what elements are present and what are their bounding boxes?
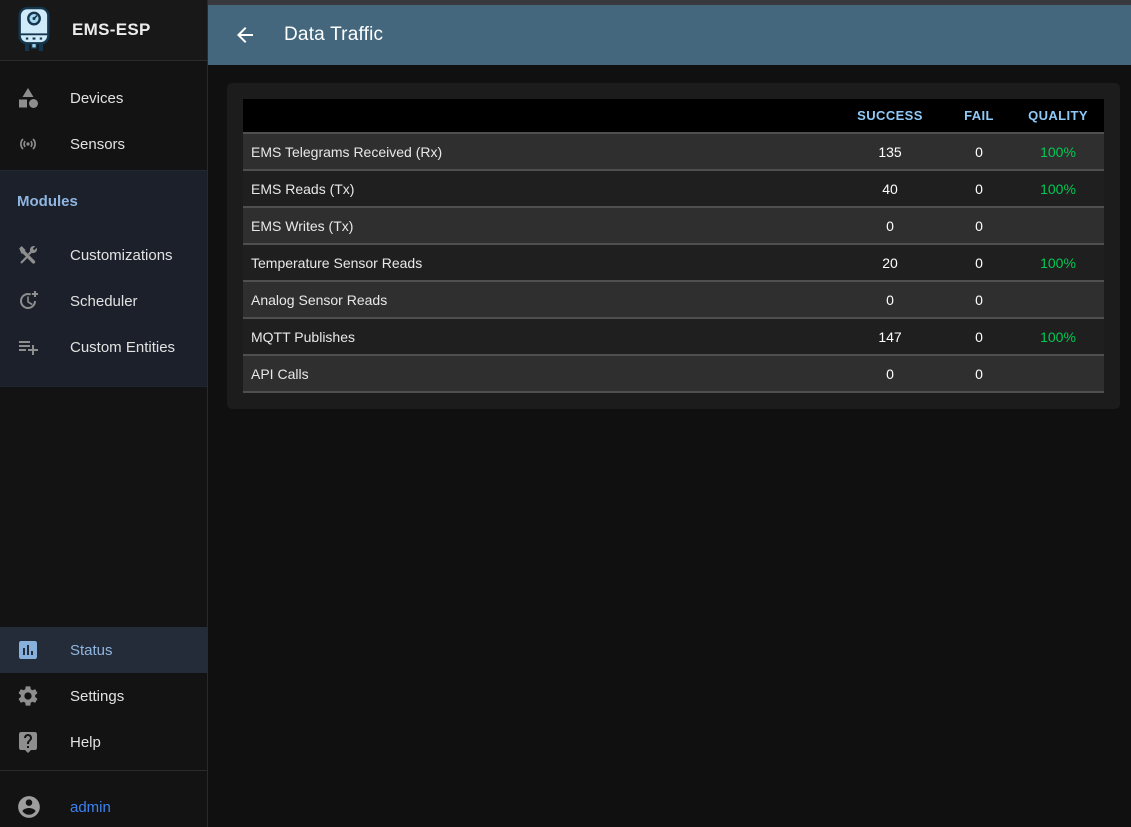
quality-value bbox=[1012, 281, 1104, 318]
column-header-success: SUCCESS bbox=[834, 99, 946, 133]
row-label: MQTT Publishes bbox=[243, 318, 834, 355]
sensors-icon bbox=[16, 132, 40, 156]
row-label: Analog Sensor Reads bbox=[243, 281, 834, 318]
sidebar-spacer bbox=[0, 387, 207, 627]
table-row: EMS Writes (Tx) 0 0 bbox=[243, 207, 1104, 244]
sidebar-header: EMS-ESP bbox=[0, 0, 207, 61]
sidebar-item-scheduler[interactable]: Scheduler bbox=[0, 278, 207, 324]
data-traffic-card: SUCCESS FAIL QUALITY EMS Telegrams Recei… bbox=[227, 83, 1120, 409]
main-area: Data Traffic SUCCESS FAIL QUALITY bbox=[208, 0, 1131, 827]
success-value: 0 bbox=[834, 207, 946, 244]
column-header-quality: QUALITY bbox=[1012, 99, 1104, 133]
table-row: API Calls 0 0 bbox=[243, 355, 1104, 392]
account-circle-icon bbox=[16, 794, 42, 820]
modules-section: Modules Customizations bbox=[0, 170, 207, 387]
fail-value: 0 bbox=[946, 244, 1012, 281]
modules-section-header: Modules bbox=[0, 171, 207, 232]
devices-category-icon bbox=[16, 86, 40, 110]
table-row: Analog Sensor Reads 0 0 bbox=[243, 281, 1104, 318]
sidebar-item-help[interactable]: Help bbox=[0, 719, 207, 765]
sidebar-item-label: Help bbox=[70, 734, 101, 751]
success-value: 135 bbox=[834, 133, 946, 170]
table-row: EMS Telegrams Received (Rx) 135 0 100% bbox=[243, 133, 1104, 170]
user-menu-admin[interactable]: admin bbox=[0, 771, 207, 827]
row-label: EMS Reads (Tx) bbox=[243, 170, 834, 207]
fail-value: 0 bbox=[946, 281, 1012, 318]
table-header-row: SUCCESS FAIL QUALITY bbox=[243, 99, 1104, 133]
row-label: Temperature Sensor Reads bbox=[243, 244, 834, 281]
sidebar-nav-top: Devices Sensors bbox=[0, 61, 207, 167]
column-header-label bbox=[243, 99, 834, 133]
bar-chart-icon bbox=[16, 638, 40, 662]
user-name: admin bbox=[70, 799, 111, 816]
playlist-add-icon bbox=[16, 335, 40, 359]
table-row: Temperature Sensor Reads 20 0 100% bbox=[243, 244, 1104, 281]
table-row: MQTT Publishes 147 0 100% bbox=[243, 318, 1104, 355]
sidebar-item-status[interactable]: Status bbox=[0, 627, 207, 673]
table-row: EMS Reads (Tx) 40 0 100% bbox=[243, 170, 1104, 207]
sidebar-item-label: Settings bbox=[70, 688, 124, 705]
help-bubble-icon bbox=[16, 730, 40, 754]
sidebar: EMS-ESP Devices bbox=[0, 0, 208, 827]
success-value: 20 bbox=[834, 244, 946, 281]
sidebar-item-custom-entities[interactable]: Custom Entities bbox=[0, 324, 207, 370]
sidebar-item-sensors[interactable]: Sensors bbox=[0, 121, 207, 167]
sidebar-item-devices[interactable]: Devices bbox=[0, 75, 207, 121]
clock-plus-icon bbox=[16, 289, 40, 313]
sidebar-item-label: Sensors bbox=[70, 136, 125, 153]
data-traffic-table: SUCCESS FAIL QUALITY EMS Telegrams Recei… bbox=[243, 99, 1104, 393]
construction-tools-icon bbox=[16, 243, 40, 267]
sidebar-item-customizations[interactable]: Customizations bbox=[0, 232, 207, 278]
sidebar-item-settings[interactable]: Settings bbox=[0, 673, 207, 719]
sidebar-item-label: Customizations bbox=[70, 247, 173, 264]
back-button[interactable] bbox=[232, 22, 258, 48]
quality-value: 100% bbox=[1012, 244, 1104, 281]
sidebar-item-label: Devices bbox=[70, 90, 123, 107]
fail-value: 0 bbox=[946, 355, 1012, 392]
quality-value: 100% bbox=[1012, 318, 1104, 355]
fail-value: 0 bbox=[946, 318, 1012, 355]
ems-esp-app: EMS-ESP Devices bbox=[0, 0, 1131, 827]
success-value: 147 bbox=[834, 318, 946, 355]
arrow-back-icon bbox=[233, 23, 257, 47]
success-value: 0 bbox=[834, 281, 946, 318]
quality-value: 100% bbox=[1012, 133, 1104, 170]
boiler-logo-icon bbox=[13, 5, 55, 55]
sidebar-item-label: Custom Entities bbox=[70, 339, 175, 356]
row-label: EMS Telegrams Received (Rx) bbox=[243, 133, 834, 170]
quality-value bbox=[1012, 207, 1104, 244]
content-area: SUCCESS FAIL QUALITY EMS Telegrams Recei… bbox=[208, 65, 1131, 827]
gear-icon bbox=[16, 684, 40, 708]
fail-value: 0 bbox=[946, 170, 1012, 207]
column-header-fail: FAIL bbox=[946, 99, 1012, 133]
sidebar-item-label: Scheduler bbox=[70, 293, 138, 310]
row-label: API Calls bbox=[243, 355, 834, 392]
row-label: EMS Writes (Tx) bbox=[243, 207, 834, 244]
success-value: 0 bbox=[834, 355, 946, 392]
sidebar-item-label: Status bbox=[70, 642, 113, 659]
quality-value bbox=[1012, 355, 1104, 392]
fail-value: 0 bbox=[946, 133, 1012, 170]
app-bar: Data Traffic bbox=[208, 5, 1131, 65]
page-title: Data Traffic bbox=[284, 24, 383, 46]
app-title: EMS-ESP bbox=[72, 20, 151, 40]
fail-value: 0 bbox=[946, 207, 1012, 244]
quality-value: 100% bbox=[1012, 170, 1104, 207]
success-value: 40 bbox=[834, 170, 946, 207]
